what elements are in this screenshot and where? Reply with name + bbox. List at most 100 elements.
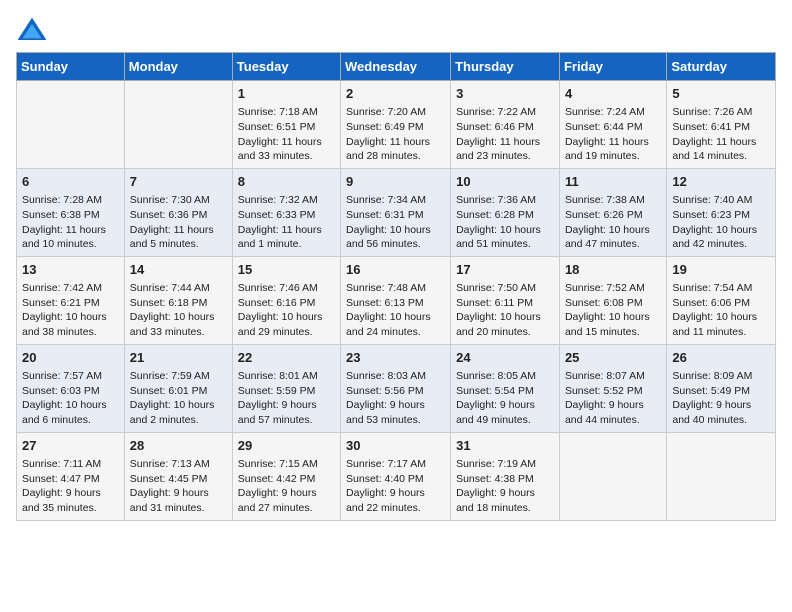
cell-content: Sunrise: 7:13 AM Sunset: 4:45 PM Dayligh…	[130, 457, 227, 516]
calendar-body: 1Sunrise: 7:18 AM Sunset: 6:51 PM Daylig…	[17, 81, 776, 521]
calendar-cell: 31Sunrise: 7:19 AM Sunset: 4:38 PM Dayli…	[451, 432, 560, 520]
day-number: 14	[130, 261, 227, 279]
day-number: 25	[565, 349, 661, 367]
cell-content: Sunrise: 7:28 AM Sunset: 6:38 PM Dayligh…	[22, 193, 119, 252]
calendar-cell	[17, 81, 125, 169]
calendar-cell: 17 Sunrise: 7:50 AM Sunset: 6:11 PM Dayli…	[451, 256, 560, 344]
calendar-cell: 27Sunrise: 7:11 AM Sunset: 4:47 PM Dayli…	[17, 432, 125, 520]
cell-content: Sunrise: 7:48 AM Sunset: 6:13 PM Dayligh…	[346, 281, 445, 340]
cell-content: Sunrise: 7:59 AM Sunset: 6:01 PM Dayligh…	[130, 369, 227, 428]
cell-content: Sunrise: 7:44 AM Sunset: 6:18 PM Dayligh…	[130, 281, 227, 340]
cell-content: Sunrise: 7:36 AM Sunset: 6:28 PM Dayligh…	[456, 193, 554, 252]
day-number: 12	[672, 173, 770, 191]
header-cell-tuesday: Tuesday	[232, 53, 340, 81]
cell-content: Sunrise: 7:22 AM Sunset: 6:46 PM Dayligh…	[456, 105, 554, 164]
cell-content: Sunrise: 7:15 AM Sunset: 4:42 PM Dayligh…	[238, 457, 335, 516]
calendar-row-4: 20 Sunrise: 7:57 AM Sunset: 6:03 PM Dayli…	[17, 344, 776, 432]
calendar-row-5: 27Sunrise: 7:11 AM Sunset: 4:47 PM Dayli…	[17, 432, 776, 520]
header-row: SundayMondayTuesdayWednesdayThursdayFrid…	[17, 53, 776, 81]
cell-content: Sunrise: 8:07 AM Sunset: 5:52 PM Dayligh…	[565, 369, 661, 428]
day-number: 22	[238, 349, 335, 367]
cell-content: Sunrise: 7:20 AM Sunset: 6:49 PM Dayligh…	[346, 105, 445, 164]
calendar-cell: 11 Sunrise: 7:38 AM Sunset: 6:26 PM Dayli…	[559, 168, 666, 256]
day-number: 4	[565, 85, 661, 103]
header-cell-wednesday: Wednesday	[341, 53, 451, 81]
calendar-cell: 30Sunrise: 7:17 AM Sunset: 4:40 PM Dayli…	[341, 432, 451, 520]
calendar-cell: 10 Sunrise: 7:36 AM Sunset: 6:28 PM Dayli…	[451, 168, 560, 256]
calendar-cell: 28 Sunrise: 7:13 AM Sunset: 4:45 PM Dayli…	[124, 432, 232, 520]
cell-content: Sunrise: 7:57 AM Sunset: 6:03 PM Dayligh…	[22, 369, 119, 428]
calendar-row-1: 1Sunrise: 7:18 AM Sunset: 6:51 PM Daylig…	[17, 81, 776, 169]
header-cell-monday: Monday	[124, 53, 232, 81]
calendar-header: SundayMondayTuesdayWednesdayThursdayFrid…	[17, 53, 776, 81]
day-number: 15	[238, 261, 335, 279]
cell-content: Sunrise: 8:01 AM Sunset: 5:59 PM Dayligh…	[238, 369, 335, 428]
calendar-cell: 26 Sunrise: 8:09 AM Sunset: 5:49 PM Dayli…	[667, 344, 776, 432]
day-number: 20	[22, 349, 119, 367]
calendar-table: SundayMondayTuesdayWednesdayThursdayFrid…	[16, 52, 776, 521]
day-number: 11	[565, 173, 661, 191]
calendar-cell: 14 Sunrise: 7:44 AM Sunset: 6:18 PM Dayli…	[124, 256, 232, 344]
cell-content: Sunrise: 7:38 AM Sunset: 6:26 PM Dayligh…	[565, 193, 661, 252]
cell-content: Sunrise: 7:50 AM Sunset: 6:11 PM Dayligh…	[456, 281, 554, 340]
header-cell-sunday: Sunday	[17, 53, 125, 81]
day-number: 16	[346, 261, 445, 279]
calendar-cell: 3 Sunrise: 7:22 AM Sunset: 6:46 PM Daylig…	[451, 81, 560, 169]
day-number: 30	[346, 437, 445, 455]
calendar-cell: 16 Sunrise: 7:48 AM Sunset: 6:13 PM Dayli…	[341, 256, 451, 344]
calendar-cell: 19Sunrise: 7:54 AM Sunset: 6:06 PM Dayli…	[667, 256, 776, 344]
calendar-cell: 9 Sunrise: 7:34 AM Sunset: 6:31 PM Daylig…	[341, 168, 451, 256]
logo	[16, 16, 52, 44]
day-number: 28	[130, 437, 227, 455]
calendar-cell: 23Sunrise: 8:03 AM Sunset: 5:56 PM Dayli…	[341, 344, 451, 432]
calendar-cell	[667, 432, 776, 520]
day-number: 18	[565, 261, 661, 279]
day-number: 5	[672, 85, 770, 103]
calendar-cell: 18 Sunrise: 7:52 AM Sunset: 6:08 PM Dayli…	[559, 256, 666, 344]
day-number: 17	[456, 261, 554, 279]
calendar-cell: 6 Sunrise: 7:28 AM Sunset: 6:38 PM Daylig…	[17, 168, 125, 256]
calendar-cell: 1Sunrise: 7:18 AM Sunset: 6:51 PM Daylig…	[232, 81, 340, 169]
cell-content: Sunrise: 7:52 AM Sunset: 6:08 PM Dayligh…	[565, 281, 661, 340]
calendar-cell: 2Sunrise: 7:20 AM Sunset: 6:49 PM Daylig…	[341, 81, 451, 169]
calendar-row-3: 13Sunrise: 7:42 AM Sunset: 6:21 PM Dayli…	[17, 256, 776, 344]
cell-content: Sunrise: 7:34 AM Sunset: 6:31 PM Dayligh…	[346, 193, 445, 252]
day-number: 6	[22, 173, 119, 191]
header-cell-thursday: Thursday	[451, 53, 560, 81]
calendar-cell: 24Sunrise: 8:05 AM Sunset: 5:54 PM Dayli…	[451, 344, 560, 432]
calendar-cell: 29 Sunrise: 7:15 AM Sunset: 4:42 PM Dayli…	[232, 432, 340, 520]
cell-content: Sunrise: 7:40 AM Sunset: 6:23 PM Dayligh…	[672, 193, 770, 252]
cell-content: Sunrise: 7:18 AM Sunset: 6:51 PM Dayligh…	[238, 105, 335, 164]
cell-content: Sunrise: 8:05 AM Sunset: 5:54 PM Dayligh…	[456, 369, 554, 428]
day-number: 7	[130, 173, 227, 191]
cell-content: Sunrise: 7:19 AM Sunset: 4:38 PM Dayligh…	[456, 457, 554, 516]
calendar-cell	[559, 432, 666, 520]
cell-content: Sunrise: 7:32 AM Sunset: 6:33 PM Dayligh…	[238, 193, 335, 252]
calendar-cell: 13Sunrise: 7:42 AM Sunset: 6:21 PM Dayli…	[17, 256, 125, 344]
day-number: 10	[456, 173, 554, 191]
cell-content: Sunrise: 7:26 AM Sunset: 6:41 PM Dayligh…	[672, 105, 770, 164]
day-number: 21	[130, 349, 227, 367]
cell-content: Sunrise: 7:24 AM Sunset: 6:44 PM Dayligh…	[565, 105, 661, 164]
logo-icon	[16, 16, 48, 44]
calendar-cell: 12 Sunrise: 7:40 AM Sunset: 6:23 PM Dayli…	[667, 168, 776, 256]
calendar-cell: 7 Sunrise: 7:30 AM Sunset: 6:36 PM Daylig…	[124, 168, 232, 256]
calendar-cell: 8 Sunrise: 7:32 AM Sunset: 6:33 PM Daylig…	[232, 168, 340, 256]
day-number: 8	[238, 173, 335, 191]
calendar-cell: 4 Sunrise: 7:24 AM Sunset: 6:44 PM Daylig…	[559, 81, 666, 169]
cell-content: Sunrise: 7:42 AM Sunset: 6:21 PM Dayligh…	[22, 281, 119, 340]
calendar-cell: 21 Sunrise: 7:59 AM Sunset: 6:01 PM Dayli…	[124, 344, 232, 432]
day-number: 9	[346, 173, 445, 191]
day-number: 3	[456, 85, 554, 103]
cell-content: Sunrise: 8:09 AM Sunset: 5:49 PM Dayligh…	[672, 369, 770, 428]
calendar-cell: 5 Sunrise: 7:26 AM Sunset: 6:41 PM Daylig…	[667, 81, 776, 169]
cell-content: Sunrise: 7:30 AM Sunset: 6:36 PM Dayligh…	[130, 193, 227, 252]
calendar-cell: 25 Sunrise: 8:07 AM Sunset: 5:52 PM Dayli…	[559, 344, 666, 432]
cell-content: Sunrise: 7:11 AM Sunset: 4:47 PM Dayligh…	[22, 457, 119, 516]
cell-content: Sunrise: 7:46 AM Sunset: 6:16 PM Dayligh…	[238, 281, 335, 340]
header-cell-saturday: Saturday	[667, 53, 776, 81]
calendar-row-2: 6 Sunrise: 7:28 AM Sunset: 6:38 PM Daylig…	[17, 168, 776, 256]
day-number: 26	[672, 349, 770, 367]
day-number: 29	[238, 437, 335, 455]
day-number: 19	[672, 261, 770, 279]
